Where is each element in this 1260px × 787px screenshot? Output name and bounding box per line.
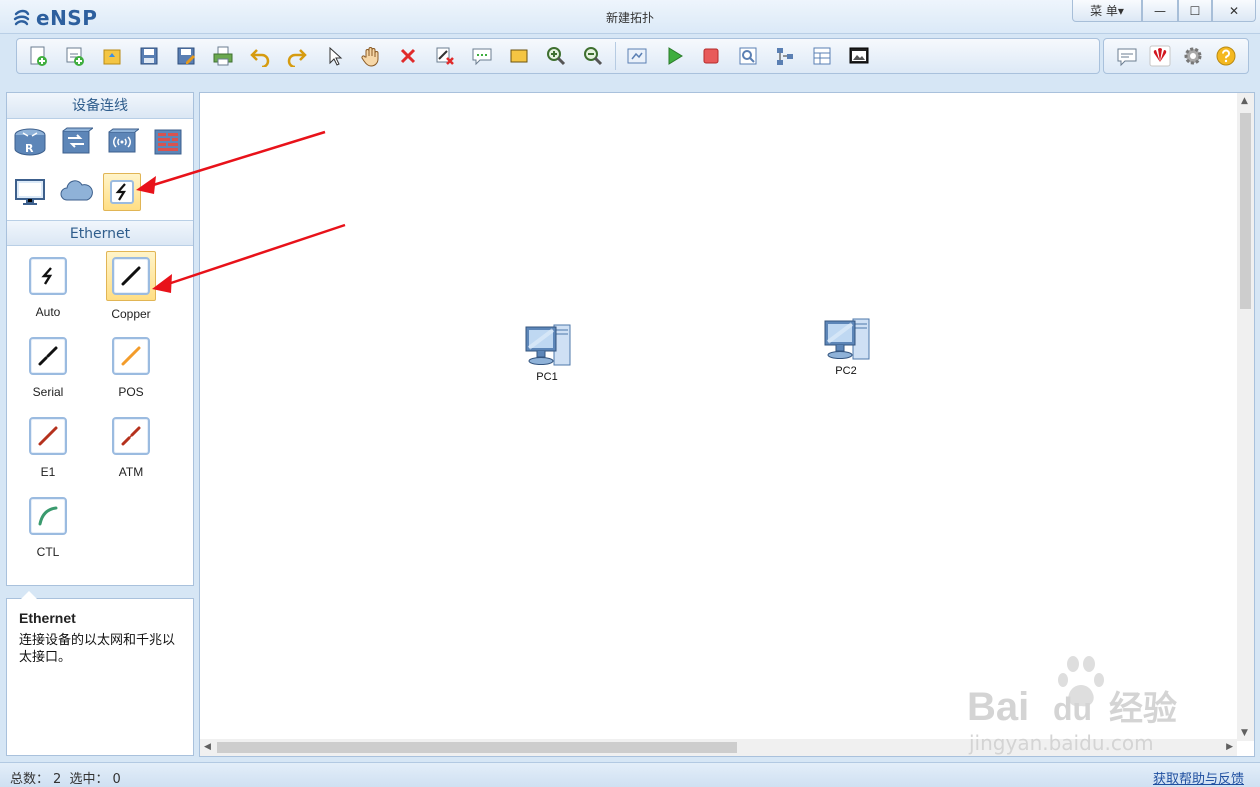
pc2-label: PC2 xyxy=(835,365,857,377)
total-value: 2 xyxy=(53,772,62,787)
main-toolbar xyxy=(16,38,1100,74)
screenshot-icon[interactable] xyxy=(844,41,874,71)
settings-gear-icon[interactable] xyxy=(1178,41,1208,71)
open-icon[interactable] xyxy=(97,41,127,71)
save-as-icon[interactable] xyxy=(171,41,201,71)
zoom-out-icon[interactable] xyxy=(578,41,608,71)
pc-icon xyxy=(525,324,571,366)
firewall-icon[interactable] xyxy=(149,123,187,161)
link-label-ctl: CTL xyxy=(36,545,60,559)
pc1-label: PC1 xyxy=(536,371,558,383)
close-button[interactable]: ✕ xyxy=(1212,0,1256,22)
info-description: 连接设备的以太网和千兆以太接口。 xyxy=(19,633,176,665)
status-counts: 总数： 2 选中： 0 xyxy=(10,768,125,787)
message-icon[interactable] xyxy=(1112,41,1142,71)
pc2-node[interactable]: PC2 xyxy=(814,315,878,377)
svg-text:R: R xyxy=(25,142,34,155)
huawei-logo-icon[interactable] xyxy=(1145,41,1175,71)
serial-link-icon xyxy=(27,335,69,377)
fit-view-icon[interactable] xyxy=(622,41,652,71)
vertical-scroll-thumb[interactable] xyxy=(1240,113,1251,309)
print-icon[interactable] xyxy=(208,41,238,71)
capture-icon[interactable] xyxy=(733,41,763,71)
maximize-button[interactable]: ☐ xyxy=(1178,0,1212,22)
scroll-up-icon[interactable]: ▲ xyxy=(1241,96,1248,106)
horizontal-scroll-thumb[interactable] xyxy=(217,742,737,753)
copper-link-icon xyxy=(106,251,156,301)
pos-link-icon xyxy=(110,335,152,377)
topology-canvas[interactable]: PC1 PC2 ▲ ▼ ◀ ▶ xyxy=(199,92,1255,757)
new-lab-icon[interactable] xyxy=(60,41,90,71)
app-name: eNSP xyxy=(36,6,98,30)
link-serial[interactable]: Serial xyxy=(13,335,83,399)
link-label-atm: ATM xyxy=(118,465,144,479)
start-device-icon[interactable] xyxy=(659,41,689,71)
new-topology-icon[interactable] xyxy=(23,41,53,71)
devices-section-header: 设备连线 xyxy=(7,93,193,119)
help-icon[interactable] xyxy=(1211,41,1241,71)
link-e1[interactable]: E1 xyxy=(13,415,83,479)
delete-link-icon[interactable] xyxy=(430,41,460,71)
pc-terminal-icon[interactable] xyxy=(11,173,49,211)
right-toolbar xyxy=(1103,38,1249,74)
link-copper[interactable]: Copper xyxy=(96,251,166,321)
horizontal-scrollbar[interactable]: ◀ ▶ xyxy=(200,739,1237,756)
text-note-icon[interactable] xyxy=(467,41,497,71)
help-feedback-link[interactable]: 获取帮助与反馈 xyxy=(1153,768,1244,787)
topology-icon[interactable] xyxy=(770,41,800,71)
pan-hand-icon[interactable] xyxy=(356,41,386,71)
app-logo: eNSP xyxy=(12,6,97,30)
device-panel: 设备连线 R Ethernet Auto Copper Serial POS E… xyxy=(6,92,194,586)
scroll-right-icon[interactable]: ▶ xyxy=(1226,742,1233,752)
vertical-scrollbar[interactable]: ▲ ▼ xyxy=(1237,93,1254,741)
link-label-pos: POS xyxy=(118,385,144,399)
info-title: Ethernet xyxy=(19,610,76,626)
rectangle-icon[interactable] xyxy=(504,41,534,71)
link-atm[interactable]: ATM xyxy=(96,415,166,479)
total-label: 总数： xyxy=(10,772,50,787)
ensp-logo-icon xyxy=(13,9,30,26)
window-title: 新建拓扑 xyxy=(605,11,654,25)
cloud-icon[interactable] xyxy=(57,173,95,211)
link-label-copper: Copper xyxy=(111,307,151,321)
ctl-link-icon xyxy=(27,495,69,537)
atm-link-icon xyxy=(110,415,152,457)
link-label-serial: Serial xyxy=(32,385,64,399)
scroll-left-icon[interactable]: ◀ xyxy=(204,742,211,752)
status-bar: 总数： 2 选中： 0 获取帮助与反馈 xyxy=(0,762,1260,787)
auto-link-icon xyxy=(27,255,69,297)
selected-value: 0 xyxy=(112,772,121,787)
zoom-in-icon[interactable] xyxy=(541,41,571,71)
connection-icon[interactable] xyxy=(103,173,141,211)
pc-icon xyxy=(824,318,870,360)
info-pointer xyxy=(21,591,37,599)
undo-icon[interactable] xyxy=(245,41,275,71)
title-bar: eNSP 新建拓扑 菜 单▾ — ☐ ✕ xyxy=(0,0,1260,34)
ethernet-section-header: Ethernet xyxy=(7,220,193,246)
link-auto[interactable]: Auto xyxy=(13,255,83,319)
link-label-e1: E1 xyxy=(40,465,56,479)
redo-icon[interactable] xyxy=(282,41,312,71)
wireless-icon[interactable] xyxy=(103,123,141,161)
link-label-auto: Auto xyxy=(35,305,61,319)
selected-label: 选中： xyxy=(69,772,109,787)
toolbar-separator xyxy=(615,42,616,70)
pc1-node[interactable]: PC1 xyxy=(515,321,579,383)
delete-icon[interactable] xyxy=(393,41,423,71)
link-pos[interactable]: POS xyxy=(96,335,166,399)
minimize-button[interactable]: — xyxy=(1142,0,1178,22)
window-controls: 菜 单▾ — ☐ ✕ xyxy=(1072,0,1256,22)
select-pointer-icon[interactable] xyxy=(319,41,349,71)
table-icon[interactable] xyxy=(807,41,837,71)
menu-button[interactable]: 菜 单▾ xyxy=(1072,0,1142,22)
save-icon[interactable] xyxy=(134,41,164,71)
switch-icon[interactable] xyxy=(57,123,95,161)
link-ctl[interactable]: CTL xyxy=(13,495,83,559)
router-icon[interactable]: R xyxy=(11,123,49,161)
info-panel: Ethernet 连接设备的以太网和千兆以太接口。 xyxy=(6,591,194,756)
scroll-down-icon[interactable]: ▼ xyxy=(1241,728,1248,738)
stop-device-icon[interactable] xyxy=(696,41,726,71)
e1-link-icon xyxy=(27,415,69,457)
